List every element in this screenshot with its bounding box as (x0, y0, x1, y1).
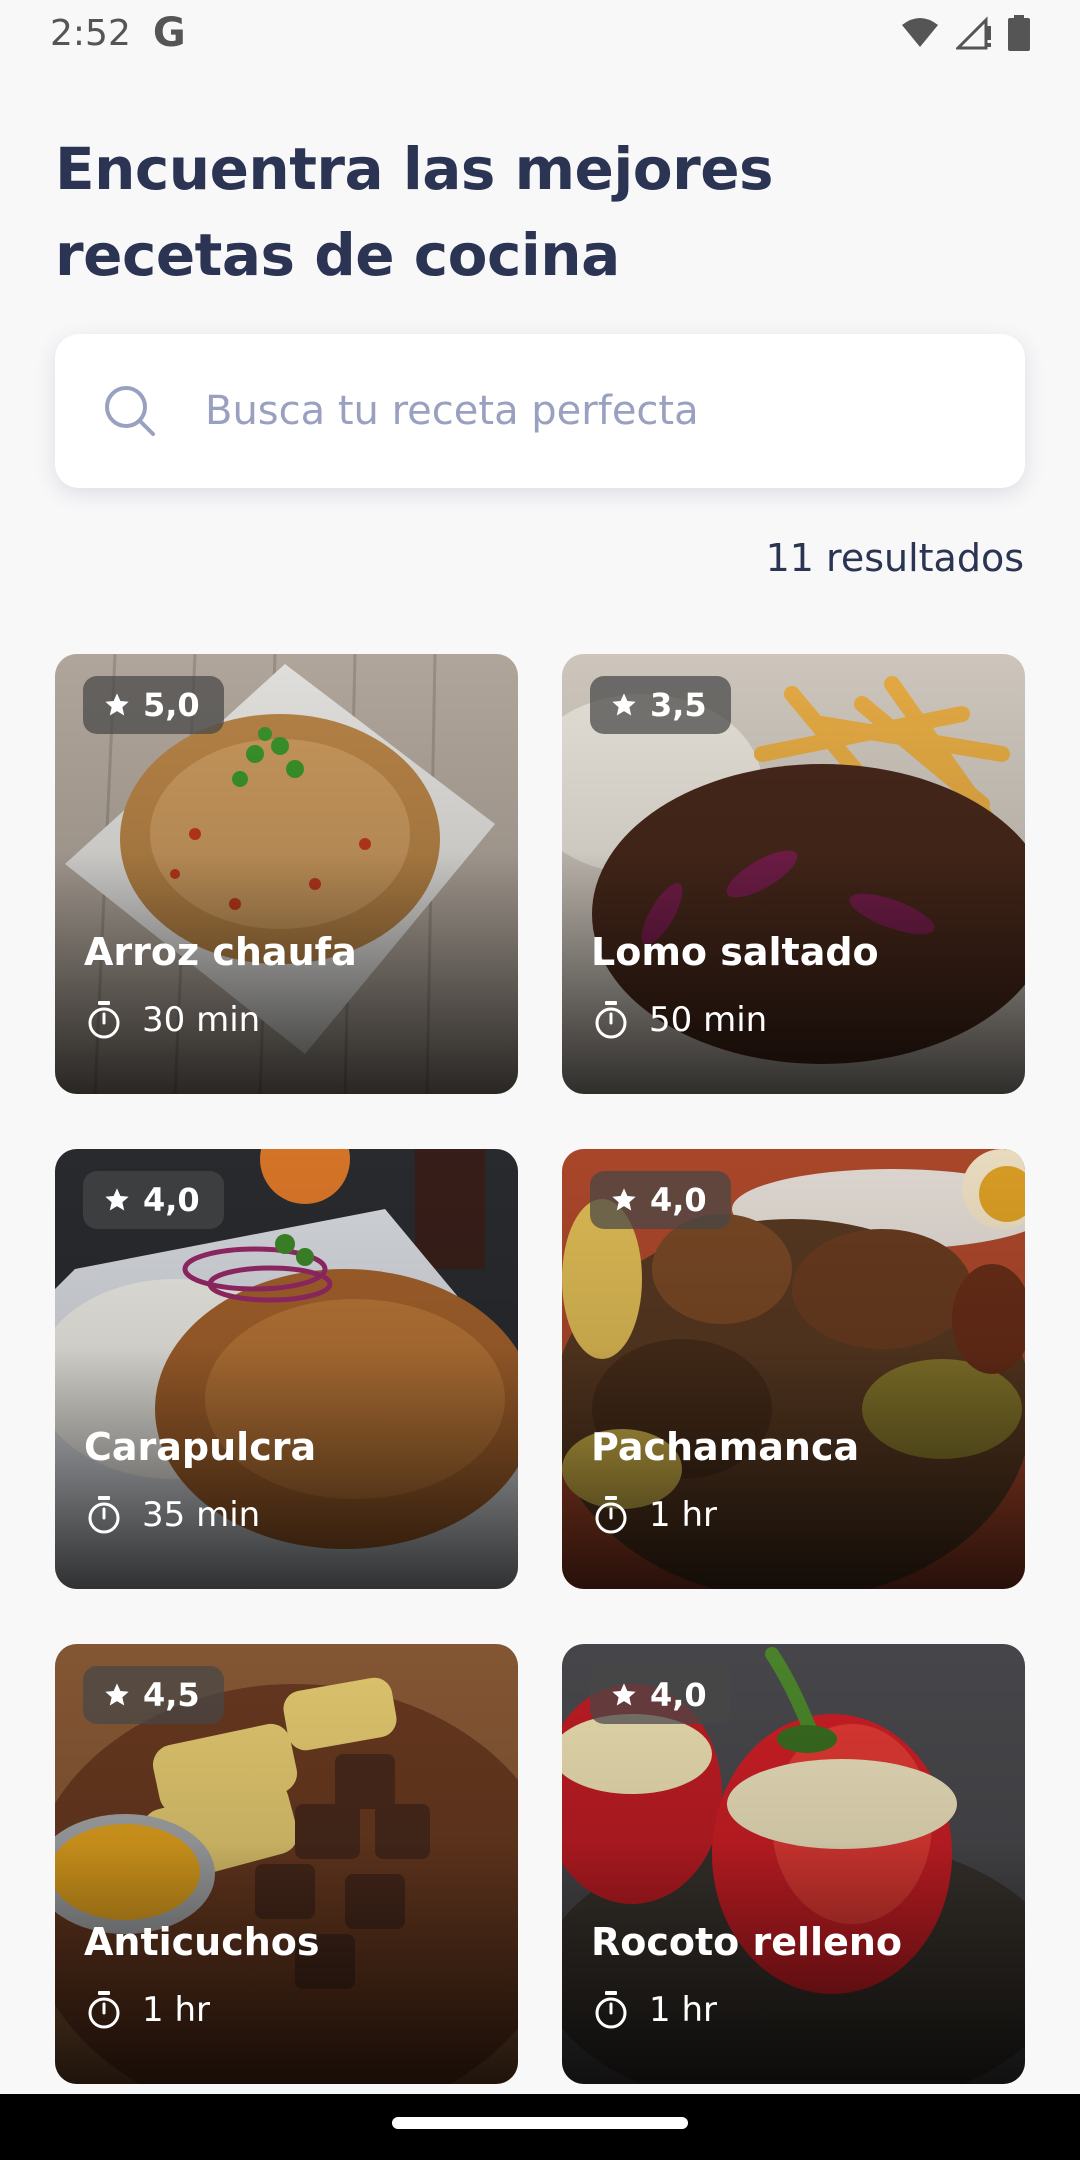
timer-icon (595, 1991, 627, 2029)
timer-icon (595, 1001, 627, 1039)
home-gesture-handle[interactable] (392, 2117, 688, 2129)
rating-value: 4,0 (143, 1181, 200, 1219)
recipe-card-lomo-saltado[interactable]: 3,5 Lomo saltado 50 min (562, 654, 1025, 1094)
recipe-name: Arroz chaufa (84, 930, 357, 974)
search-input[interactable] (205, 388, 985, 434)
rating-value: 4,0 (650, 1676, 707, 1714)
recipe-name: Rocoto relleno (591, 1920, 902, 1964)
recipe-time: 50 min (591, 1000, 767, 1040)
timer-icon (88, 1001, 120, 1039)
recipe-time: 30 min (84, 1000, 260, 1040)
recipe-time-value: 30 min (142, 1000, 261, 1040)
wifi-icon (902, 18, 938, 47)
recipe-card-pachamanca[interactable]: 4,0 Pachamanca 1 hr (562, 1149, 1025, 1589)
status-left: 2:52 G (50, 10, 186, 56)
rating-badge: 5,0 (83, 676, 224, 734)
search-box[interactable] (55, 334, 1025, 488)
recipe-name: Carapulcra (84, 1425, 317, 1469)
recipe-name: Pachamanca (591, 1425, 860, 1469)
star-icon (105, 693, 129, 716)
star-icon (612, 1188, 636, 1211)
google-icon: G (152, 10, 186, 56)
rating-value: 5,0 (143, 686, 200, 724)
recipe-time: 1 hr (591, 1495, 717, 1535)
recipe-time: 35 min (84, 1495, 260, 1535)
signal-icon (956, 16, 991, 50)
results-count: 11 resultados (765, 536, 1024, 580)
status-right (900, 15, 1030, 51)
rating-badge: 4,5 (83, 1666, 224, 1724)
recipe-card-rocoto-relleno[interactable]: 4,0 Rocoto relleno 1 hr (562, 1644, 1025, 2084)
recipe-card-arroz-chaufa[interactable]: 5,0 Arroz chaufa 30 min (55, 654, 518, 1094)
recipe-time-value: 1 hr (649, 1495, 717, 1535)
rating-badge: 4,0 (590, 1666, 731, 1724)
recipe-time-value: 1 hr (142, 1990, 210, 2030)
star-icon (612, 1683, 636, 1706)
star-icon (612, 693, 636, 716)
recipe-time: 1 hr (84, 1990, 210, 2030)
clock: 2:52 (50, 12, 131, 54)
rating-badge: 4,0 (83, 1171, 224, 1229)
recipe-card-anticuchos[interactable]: 4,5 Anticuchos 1 hr (55, 1644, 518, 2084)
star-icon (105, 1188, 129, 1211)
page-title-line-1: Encuentra las mejores (55, 135, 774, 203)
timer-icon (88, 1496, 120, 1534)
page-title-line-2: recetas de cocina (55, 221, 620, 289)
recipe-name: Anticuchos (84, 1920, 320, 1964)
rating-badge: 3,5 (590, 676, 731, 734)
recipe-time-value: 50 min (649, 1000, 768, 1040)
page-title: Encuentra las mejores recetas de cocina (55, 126, 955, 298)
battery-icon (1008, 15, 1030, 51)
rating-value: 4,0 (650, 1181, 707, 1219)
recipe-time: 1 hr (591, 1990, 717, 2030)
rating-value: 4,5 (143, 1676, 200, 1714)
status-bar: 2:52 G (0, 0, 1080, 66)
rating-badge: 4,0 (590, 1171, 731, 1229)
star-icon (105, 1683, 129, 1706)
recipe-card-carapulcra[interactable]: 4,0 Carapulcra 35 min (55, 1149, 518, 1589)
recipe-name: Lomo saltado (591, 930, 879, 974)
timer-icon (88, 1991, 120, 2029)
recipe-time-value: 1 hr (649, 1990, 717, 2030)
search-icon (105, 386, 155, 436)
timer-icon (595, 1496, 627, 1534)
recipe-grid: 5,0 Arroz chaufa 30 min 3,5 Lomo saltado… (55, 654, 1025, 2084)
rating-value: 3,5 (650, 686, 707, 724)
recipe-time-value: 35 min (142, 1495, 261, 1535)
